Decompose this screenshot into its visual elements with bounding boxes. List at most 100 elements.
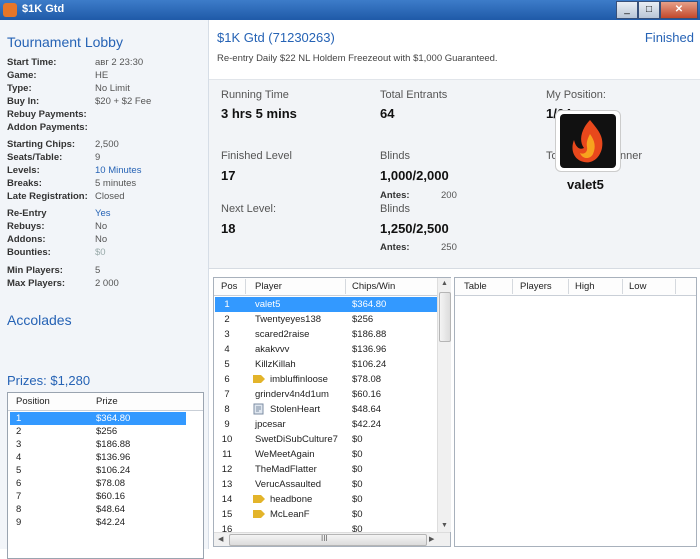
pos-column-header[interactable]: Pos xyxy=(221,281,237,292)
finished-level-value: 17 xyxy=(221,168,236,183)
scroll-grip: III xyxy=(321,534,328,543)
minimize-button[interactable]: _ xyxy=(616,1,638,19)
player-row[interactable]: 14 headbone $0 xyxy=(215,492,437,507)
player-row[interactable]: 16 $0 xyxy=(215,522,437,532)
close-button[interactable]: ✕ xyxy=(660,1,698,19)
prize-row[interactable]: 9 $42.24 xyxy=(10,516,186,529)
scroll-down-icon[interactable]: ▼ xyxy=(441,522,448,529)
info-label: Start Time: xyxy=(7,57,57,68)
tables-list[interactable]: Table Players High Low xyxy=(454,277,697,547)
info-buy-in: Buy In: $20 + $2 Fee xyxy=(7,95,202,108)
player-chips: $78.08 xyxy=(352,374,382,385)
antes-label: Antes: xyxy=(380,190,410,201)
player-name: VerucAssaulted xyxy=(255,479,322,490)
info-value: No Limit xyxy=(95,83,130,94)
players-horizontal-scrollbar[interactable]: ◀ III ▶ xyxy=(214,532,450,546)
player-row[interactable]: 12 TheMadFlatter $0 xyxy=(215,462,437,477)
player-row[interactable]: 1 valet5 $364.80 xyxy=(215,297,437,312)
player-name: TheMadFlatter xyxy=(255,464,317,475)
accolades-link[interactable]: Accolades xyxy=(7,312,72,328)
running-time-value: 3 hrs 5 mins xyxy=(221,106,297,121)
prize-amount: $364.80 xyxy=(96,413,131,424)
tables-table-header: Table Players High Low xyxy=(455,278,696,296)
player-chips: $364.80 xyxy=(352,299,387,310)
tournament-status: Finished xyxy=(644,30,694,45)
flame-icon xyxy=(572,120,603,163)
player-name: Twentyeyes138 xyxy=(255,314,322,325)
prize-row[interactable]: 5 $106.24 xyxy=(10,464,186,477)
player-pos: 11 xyxy=(222,449,232,460)
info-starting-chips: Starting Chips: 2,500 xyxy=(7,138,202,151)
scroll-up-icon[interactable]: ▲ xyxy=(441,280,448,287)
title-bar: $1K Gtd _ □ ✕ xyxy=(0,0,700,20)
prize-amount: $256 xyxy=(96,426,118,437)
player-row[interactable]: 11 WeMeetAgain $0 xyxy=(215,447,437,462)
position-column-header[interactable]: Position xyxy=(16,396,50,407)
player-chips: $186.88 xyxy=(352,329,387,340)
info-value: авг 2 23:30 xyxy=(95,57,144,68)
column-separator xyxy=(622,279,623,294)
player-row[interactable]: 5 KillzKillah $106.24 xyxy=(215,357,437,372)
high-column-header[interactable]: High xyxy=(575,281,595,292)
player-chips: $60.16 xyxy=(352,389,382,400)
low-column-header[interactable]: Low xyxy=(629,281,646,292)
player-chips: $0 xyxy=(352,464,363,475)
next-level-label: Next Level: xyxy=(221,203,277,215)
tournament-description: Re-entry Daily $22 NL Holdem Freezeout w… xyxy=(217,53,498,64)
info-label: Breaks: xyxy=(7,178,42,189)
player-pos: 9 xyxy=(224,419,230,430)
antes-value: 200 xyxy=(441,190,457,201)
player-row[interactable]: 6 imbluffinloose $78.08 xyxy=(215,372,437,387)
prizes-label: Prizes: $1,280 xyxy=(7,373,91,388)
next-antes-label: Antes: xyxy=(380,242,410,253)
player-row[interactable]: 4 akakvvv $136.96 xyxy=(215,342,437,357)
players-list[interactable]: Pos Player Chips/Win 1 valet5 $364.80 2 Twe… xyxy=(213,277,451,547)
players-column-header[interactable]: Players xyxy=(520,281,552,292)
scroll-right-icon[interactable]: ▶ xyxy=(429,535,434,543)
player-pos: 6 xyxy=(224,374,230,385)
info-label: Addons: xyxy=(7,234,46,245)
player-row[interactable]: 7 grinderv4n4d1um $60.16 xyxy=(215,387,437,402)
info-value: HE xyxy=(95,70,109,81)
player-row[interactable]: 9 jpcesar $42.24 xyxy=(215,417,437,432)
window-title: $1K Gtd xyxy=(22,3,65,15)
table-column-header[interactable]: Table xyxy=(464,281,487,292)
info-label: Late Registration: xyxy=(7,191,88,202)
players-vertical-scrollbar[interactable]: ▲ ▼ xyxy=(437,278,451,532)
prize-position: 3 xyxy=(16,439,22,450)
prize-row[interactable]: 1 $364.80 xyxy=(10,412,186,425)
prize-row[interactable]: 6 $78.08 xyxy=(10,477,186,490)
chips-column-header[interactable]: Chips/Win xyxy=(352,281,395,292)
prize-row[interactable]: 8 $48.64 xyxy=(10,503,186,516)
next-blinds-value: 1,250/2,500 xyxy=(380,221,449,236)
scroll-left-icon[interactable]: ◀ xyxy=(218,535,223,543)
prize-column-header[interactable]: Prize xyxy=(96,396,118,407)
info-re-entry: Re-Entry Yes xyxy=(7,207,202,220)
levels-link[interactable]: 10 Minutes xyxy=(95,164,141,177)
info-value: $20 + $2 Fee xyxy=(95,96,152,107)
player-row[interactable]: 8 StolenHeart $48.64 xyxy=(215,402,437,417)
player-pos: 5 xyxy=(224,359,230,370)
player-pos: 16 xyxy=(221,524,233,532)
players-hscroll-thumb[interactable]: III xyxy=(229,534,427,546)
tournament-name: $1K Gtd (71230263) xyxy=(217,30,335,45)
maximize-button[interactable]: □ xyxy=(638,1,660,19)
player-row[interactable]: 13 VerucAssaulted $0 xyxy=(215,477,437,492)
player-row[interactable]: 10 SwetDiSubCulture7 $0 xyxy=(215,432,437,447)
players-scroll-thumb[interactable] xyxy=(439,292,451,342)
player-column-header[interactable]: Player xyxy=(255,281,282,292)
players-table-header: Pos Player Chips/Win xyxy=(214,278,437,296)
prizes-table[interactable]: Position Prize 1 $364.80 2 $256 3 $186.88 4… xyxy=(7,392,204,559)
prize-row[interactable]: 2 $256 xyxy=(10,425,186,438)
prize-row[interactable]: 3 $186.88 xyxy=(10,438,186,451)
player-row[interactable]: 2 Twentyeyes138 $256 xyxy=(215,312,437,327)
player-row[interactable]: 3 scared2raise $186.88 xyxy=(215,327,437,342)
prize-row[interactable]: 7 $60.16 xyxy=(10,490,186,503)
player-chips: $0 xyxy=(352,449,363,460)
player-pos: 3 xyxy=(224,329,230,340)
prize-row[interactable]: 4 $136.96 xyxy=(10,451,186,464)
info-game: Game: HE xyxy=(7,69,202,82)
prize-position: 8 xyxy=(16,504,22,515)
player-row[interactable]: 15 McLeanF $0 xyxy=(215,507,437,522)
column-separator xyxy=(568,279,569,294)
